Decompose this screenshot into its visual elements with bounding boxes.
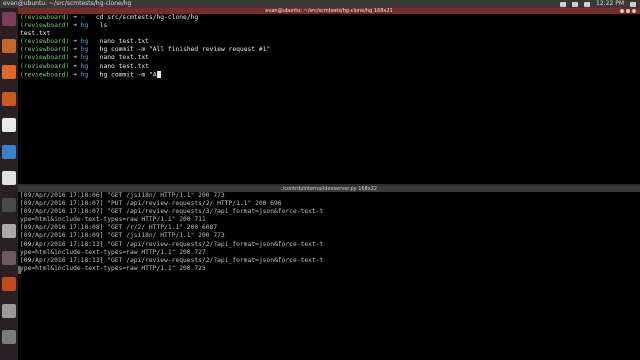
launcher — [0, 8, 18, 360]
directory: hg — [80, 54, 89, 62]
trash-icon[interactable] — [2, 330, 16, 344]
chromium-icon[interactable] — [2, 144, 16, 159]
log-line: [09/Apr/2016 17:18:13] "GET /api/review-… — [20, 240, 324, 248]
impress-icon[interactable] — [2, 277, 16, 291]
prompt: (reviewboard) — [20, 22, 70, 30]
firefox-icon[interactable] — [2, 65, 16, 79]
prompt-arrow: ➜ — [73, 14, 77, 21]
command-text: nano test.txt — [92, 62, 149, 70]
command-text: cd src/scmtests/hg-clone/hg — [88, 14, 199, 21]
dash-icon[interactable] — [2, 12, 16, 26]
log-line: [09/Apr/2016 17:18:07] "GET /api/review-… — [20, 208, 324, 216]
text-editor-icon[interactable] — [2, 118, 16, 132]
log-line: [09/Apr/2016 17:18:08] "GET /r/2/ HTTP/1… — [20, 224, 218, 232]
directory: hg — [80, 46, 89, 54]
close-button[interactable] — [632, 9, 636, 13]
prompt-arrow: ➜ — [73, 54, 77, 62]
log-line: [09/Apr/2016 17:18:13] "GET /api/review-… — [20, 256, 324, 264]
terminal-line: (reviewboard) ➜ hg nano test.txt — [20, 38, 640, 46]
clock[interactable]: 12:22 PM — [596, 0, 624, 8]
log-line: [09/Apr/2016 17:18:07] "PUT /api/review-… — [20, 200, 282, 208]
command-text: nano test.txt — [92, 38, 149, 46]
directory: hg — [80, 62, 89, 70]
keyboard-icon[interactable] — [572, 1, 578, 7]
terminal-bottom[interactable]: [09/Apr/2016 17:18:06] "GET /jsi18n/ HTT… — [18, 192, 640, 360]
log-line: ype=html&include-text-types=raw HTTP/1.1… — [20, 248, 206, 256]
window-controls — [620, 9, 636, 13]
prompt-arrow: ➜ — [73, 38, 77, 46]
prompt: (reviewboard) — [20, 54, 70, 62]
software-center-icon[interactable] — [2, 91, 16, 106]
directory: hg — [80, 38, 89, 46]
log-line: [09/Apr/2016 17:18:06] "GET /jsi18n/ HTT… — [20, 192, 225, 199]
window-title: evan@ubuntu: ~/src/scmtests/hg-clone/hg — [3, 0, 132, 7]
terminal-line: (reviewboard) ➜ ~ cd src/scmtests/hg-clo… — [20, 14, 640, 22]
prompt: (reviewboard) — [20, 71, 70, 79]
terminal-icon[interactable] — [2, 197, 16, 212]
power-icon[interactable] — [630, 1, 636, 7]
directory: ~ — [80, 14, 85, 21]
command-text: hg commit -m "All finished review reques… — [92, 46, 271, 54]
prompt: (reviewboard) — [20, 46, 70, 54]
command-text: ls — [92, 22, 108, 30]
prompt-arrow: ➜ — [73, 46, 77, 54]
terminal-line: (reviewboard) ➜ hg nano text.txt — [20, 54, 640, 62]
prompt: (reviewboard) — [20, 38, 70, 46]
directory: hg — [80, 22, 89, 30]
indicator-area: 12:22 PM — [560, 0, 636, 8]
minimize-button[interactable] — [620, 9, 624, 13]
output-text: test.txt — [20, 30, 51, 38]
prompt-arrow: ➜ — [73, 62, 77, 70]
log-line: [09/Apr/2016 17:18:09] "GET /jsi18n/ HTT… — [20, 232, 225, 240]
prompt: (reviewboard) — [20, 62, 70, 70]
maximize-button[interactable] — [626, 9, 630, 13]
log-line: ype=html&include-text-types=raw HTTP/1.1… — [20, 216, 206, 224]
command-text: nano text.txt — [92, 54, 149, 62]
terminal-line: (reviewboard) ➜ hg hg commit -m "All fin… — [20, 46, 640, 54]
directory: hg — [80, 71, 89, 79]
database-icon[interactable] — [2, 303, 16, 318]
prompt-arrow: ➜ — [73, 22, 77, 30]
prompt: (reviewboard) — [20, 14, 70, 21]
ubuntu-one-icon[interactable] — [2, 171, 16, 185]
workspace-icon[interactable] — [2, 250, 16, 265]
network-icon[interactable] — [560, 1, 566, 7]
prompt-arrow: ➜ — [73, 71, 77, 79]
command-text: hg commit -m "A — [92, 71, 157, 79]
files-icon[interactable] — [2, 38, 16, 53]
top-panel: evan@ubuntu: ~/src/scmtests/hg-clone/hg … — [0, 0, 640, 8]
volume-icon[interactable] — [584, 1, 590, 7]
terminal-line: (reviewboard) ➜ hg ls — [20, 22, 640, 30]
text-cursor — [156, 70, 161, 78]
terminal-line: (reviewboard) ➜ hg nano test.txt — [20, 63, 640, 71]
terminal-top[interactable]: (reviewboard) ➜ ~ cd src/scmtests/hg-clo… — [18, 14, 640, 184]
settings-icon[interactable] — [2, 224, 16, 238]
scrollbar-handle[interactable] — [18, 266, 21, 274]
log-line: ype=html&include-text-types=raw HTTP/1.1… — [20, 264, 206, 272]
terminal-line: (reviewboard) ➜ hg hg commit -m "A — [20, 70, 640, 79]
terminal-line: test.txt — [20, 30, 640, 38]
